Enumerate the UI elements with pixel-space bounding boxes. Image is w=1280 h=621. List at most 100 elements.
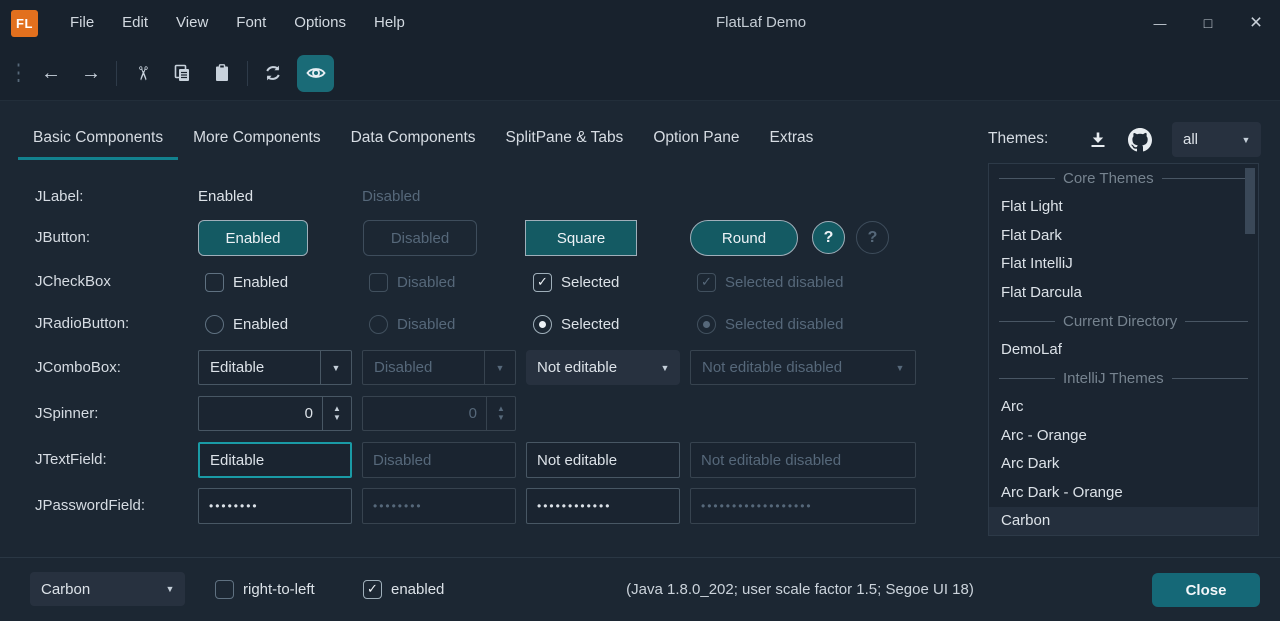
checkbox-enabled[interactable]: Enabled [205, 264, 288, 300]
jtextfield-row-label: JTextField: [35, 442, 107, 478]
passwordfield-not-editable[interactable]: •••••••••••• [526, 488, 680, 524]
jlabel-disabled: Disabled [362, 179, 420, 215]
back-button[interactable]: ← [31, 55, 71, 91]
enabled-checkbox[interactable]: ✓ enabled [363, 571, 444, 607]
themes-separator-intellij: IntelliJ Themes [989, 364, 1258, 393]
jbutton-disabled: Disabled [363, 220, 477, 256]
passwordfield-editable[interactable]: •••••••• [198, 488, 352, 524]
maximize-button[interactable]: □ [1184, 0, 1232, 46]
refresh-button[interactable] [253, 55, 293, 91]
download-icon [1088, 130, 1108, 150]
app-logo-icon: FL [11, 10, 38, 37]
copy-button[interactable] [162, 55, 202, 91]
theme-item-flat-light[interactable]: Flat Light [989, 193, 1258, 222]
main-tabbar: Basic Components More Components Data Co… [18, 118, 828, 160]
laf-combobox[interactable]: Carbon ▼ [30, 572, 185, 606]
theme-item-carbon[interactable]: Carbon [989, 507, 1258, 536]
radio-selected-icon [697, 315, 716, 334]
radio-selected-disabled: Selected disabled [697, 306, 843, 342]
spinner-arrows: ▲▼ [486, 397, 515, 430]
minimize-button[interactable]: — [1136, 0, 1184, 46]
row-jtextfield: JTextField: Editable Disabled Not editab… [0, 442, 965, 478]
spinner-enabled[interactable]: 0 ▲▼ [198, 396, 352, 431]
right-to-left-checkbox[interactable]: right-to-left [215, 571, 315, 607]
paste-button[interactable] [202, 55, 242, 91]
menu-file[interactable]: File [56, 0, 108, 46]
row-jcombobox: JComboBox: Editable ▼ Disabled ▼ Not edi… [0, 350, 965, 386]
row-jpasswordfield: JPasswordField: •••••••• •••••••• ••••••… [0, 488, 965, 524]
theme-item-arc-dark-orange[interactable]: Arc Dark - Orange [989, 478, 1258, 507]
combobox-value: Disabled [363, 359, 484, 376]
close-icon: × [1250, 11, 1262, 35]
spinner-value: 0 [199, 405, 322, 422]
checkbox-label: enabled [391, 581, 444, 598]
passwordfield-disabled: •••••••• [362, 488, 516, 524]
copy-icon [172, 63, 192, 83]
jbutton-enabled[interactable]: Enabled [198, 220, 308, 256]
checkbox-icon [369, 273, 388, 292]
checkbox-selected[interactable]: ✓ Selected [533, 264, 619, 300]
checkbox-label: right-to-left [243, 581, 315, 598]
textfield-not-editable[interactable]: Not editable [526, 442, 680, 478]
radio-enabled[interactable]: Enabled [205, 306, 288, 342]
spinner-disabled: 0 ▲▼ [362, 396, 516, 431]
checkbox-label: Disabled [397, 274, 455, 291]
tab-option-pane[interactable]: Option Pane [638, 118, 754, 160]
bottom-bar: Carbon ▼ right-to-left ✓ enabled (Java 1… [0, 557, 1280, 621]
row-jbutton: JButton: Enabled Disabled Square Round ?… [0, 220, 965, 256]
github-button[interactable] [1124, 124, 1156, 156]
textfield-editable[interactable]: Editable [198, 442, 352, 478]
cut-button[interactable]: ✂ [122, 55, 162, 91]
themes-label: Themes: [988, 130, 1048, 148]
laf-combobox-value: Carbon [30, 581, 155, 598]
toolbar-grip-handle[interactable]: ⋮ [10, 60, 27, 87]
checkbox-disabled: Disabled [369, 264, 455, 300]
combobox-not-editable[interactable]: Not editable ▼ [526, 350, 680, 385]
chevron-down-icon: ▼ [320, 351, 351, 384]
jbutton-row-label: JButton: [35, 220, 90, 256]
radio-label: Disabled [397, 316, 455, 333]
menu-options[interactable]: Options [280, 0, 360, 46]
forward-button[interactable]: → [71, 55, 111, 91]
radio-label: Selected disabled [725, 316, 843, 333]
theme-item-flat-dark[interactable]: Flat Dark [989, 221, 1258, 250]
tab-data-components[interactable]: Data Components [336, 118, 491, 160]
theme-item-arc[interactable]: Arc [989, 392, 1258, 421]
close-button[interactable]: Close [1152, 573, 1260, 607]
close-window-button[interactable]: × [1232, 0, 1280, 46]
tab-splitpane-tabs[interactable]: SplitPane & Tabs [491, 118, 639, 160]
spinner-down-icon: ▼ [333, 414, 341, 422]
radio-label: Selected [561, 316, 619, 333]
spinner-arrows[interactable]: ▲▼ [322, 397, 351, 430]
themes-filter-combobox[interactable]: all ▼ [1172, 122, 1261, 157]
menu-edit[interactable]: Edit [108, 0, 162, 46]
tab-basic-components[interactable]: Basic Components [18, 118, 178, 160]
themes-scrollbar-thumb[interactable] [1245, 168, 1255, 234]
radio-selected[interactable]: Selected [533, 306, 619, 342]
row-jlabel: JLabel: Enabled Disabled [0, 179, 965, 215]
cut-icon: ✂ [130, 65, 153, 81]
forward-icon: → [81, 62, 101, 85]
chevron-down-icon: ▼ [885, 351, 915, 384]
combobox-editable[interactable]: Editable ▼ [198, 350, 352, 385]
textfield-not-editable-disabled: Not editable disabled [690, 442, 916, 478]
theme-item-arc-orange[interactable]: Arc - Orange [989, 421, 1258, 450]
jbutton-round[interactable]: Round [690, 220, 798, 256]
menu-help[interactable]: Help [360, 0, 419, 46]
tab-extras[interactable]: Extras [755, 118, 829, 160]
theme-item-demolaf[interactable]: DemoLaf [989, 335, 1258, 364]
jlabel-row-label: JLabel: [35, 179, 83, 215]
jbutton-square[interactable]: Square [525, 220, 637, 256]
menu-font[interactable]: Font [222, 0, 280, 46]
combobox-disabled: Disabled ▼ [362, 350, 516, 385]
download-themes-button[interactable] [1082, 124, 1114, 156]
menu-view[interactable]: View [162, 0, 222, 46]
radio-icon [369, 315, 388, 334]
theme-item-flat-darcula[interactable]: Flat Darcula [989, 278, 1258, 307]
show-hidden-toggle-button[interactable] [297, 55, 334, 92]
theme-item-flat-intellij[interactable]: Flat IntelliJ [989, 250, 1258, 279]
theme-item-arc-dark[interactable]: Arc Dark [989, 449, 1258, 478]
jbutton-help[interactable]: ? [812, 221, 845, 254]
tab-more-components[interactable]: More Components [178, 118, 336, 160]
chevron-down-icon: ▼ [650, 350, 680, 385]
